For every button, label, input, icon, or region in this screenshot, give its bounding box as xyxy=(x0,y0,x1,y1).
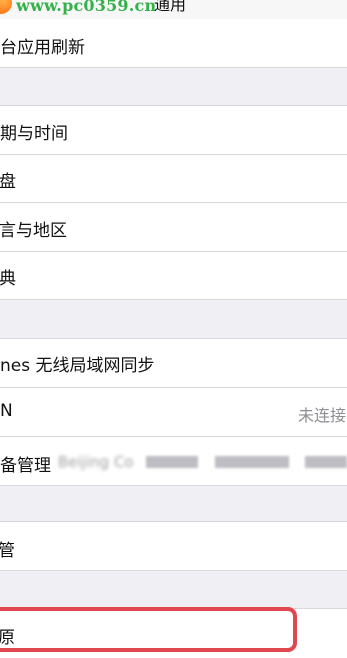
row-date-time-label: 期与时间 xyxy=(0,124,68,144)
redaction-block xyxy=(215,456,289,468)
row-background-app-refresh[interactable]: 台应用刷新 xyxy=(0,19,347,68)
row-itunes-wifi-sync[interactable]: nes 无线局域网同步 xyxy=(0,339,347,387)
watermark-logo xyxy=(0,0,12,14)
navigation-bar: www.pc0359.cn 通用 xyxy=(0,0,347,20)
highlight-box xyxy=(0,607,297,652)
row-keyboard-label: 盘 xyxy=(0,172,16,192)
redaction-block xyxy=(146,456,198,468)
section-separator xyxy=(0,570,347,571)
row-regulatory[interactable]: 管 xyxy=(0,522,347,570)
row-device-management[interactable]: 备管理 Beijing Co xyxy=(0,437,347,485)
row-language-region[interactable]: 言与地区 xyxy=(0,203,347,251)
row-background-app-refresh-label: 台应用刷新 xyxy=(0,38,85,58)
row-language-region-label: 言与地区 xyxy=(0,221,67,241)
section-separator xyxy=(0,485,347,486)
row-date-time[interactable]: 期与时间 xyxy=(0,106,347,154)
section-separator xyxy=(0,67,347,68)
section-separator xyxy=(0,299,347,300)
row-keyboard[interactable]: 盘 xyxy=(0,155,347,202)
nav-title: 通用 xyxy=(154,0,187,14)
row-regulatory-label: 管 xyxy=(0,541,15,561)
row-vpn-label: N xyxy=(0,401,13,421)
redaction-block xyxy=(305,456,347,468)
row-dictionary[interactable]: 典 xyxy=(0,252,347,299)
vpn-status: 未连接 xyxy=(298,406,347,425)
row-itunes-wifi-sync-label: nes 无线局域网同步 xyxy=(0,356,155,376)
general-settings-screen: www.pc0359.cn 通用 台应用刷新 期与时间 盘 言与地区 典 nes… xyxy=(0,0,347,658)
row-device-management-label: 备管理 xyxy=(0,456,51,476)
device-management-detail: Beijing Co xyxy=(58,453,134,471)
row-vpn[interactable]: N 未连接 xyxy=(0,388,347,436)
watermark-text: www.pc0359.cn xyxy=(16,0,157,15)
row-dictionary-label: 典 xyxy=(0,269,16,289)
